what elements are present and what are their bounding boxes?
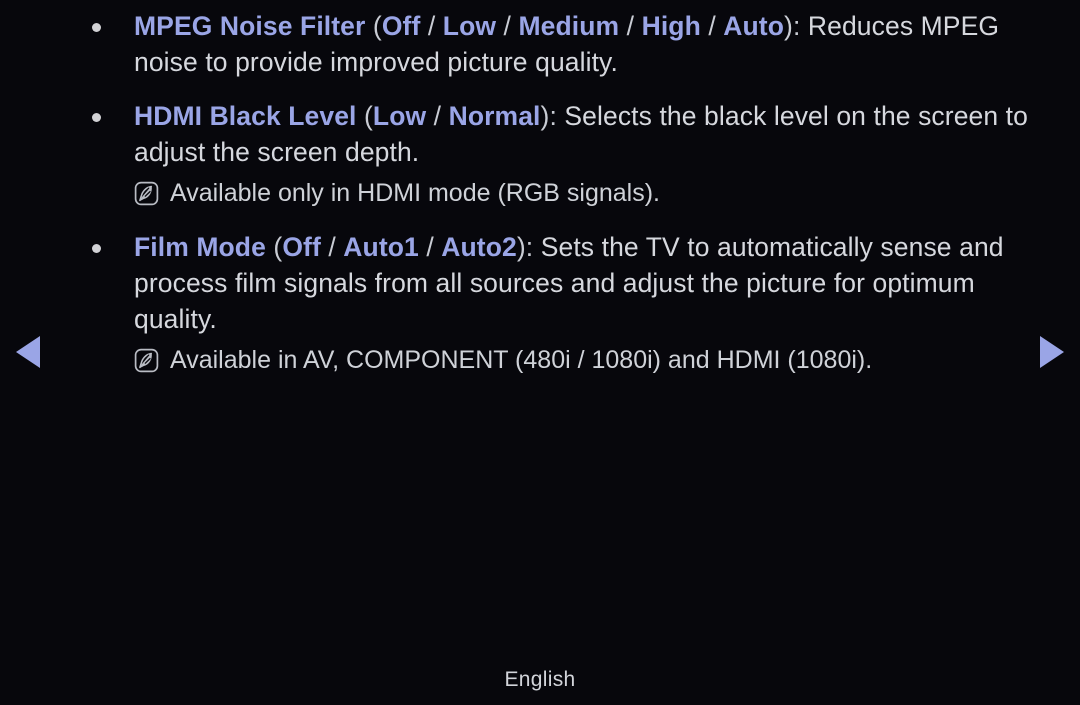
option-separator: / [700,11,724,41]
note-leaf-icon [134,181,159,211]
tv-help-screen: MPEG Noise Filter (Off / Low / Medium / … [0,0,1080,705]
open-paren: ( [372,11,382,41]
option-separator: / [418,232,442,262]
language-label: English [504,668,576,691]
option-separator: / [496,11,519,41]
option-value: Off [282,232,321,262]
list-item: Film Mode (Off / Auto1 / Auto2): Sets th… [92,229,1040,337]
list-item-text: Film Mode (Off / Auto1 / Auto2): Sets th… [134,229,1040,337]
option-value: Auto [723,11,784,41]
bullet-marker [92,8,134,32]
colon: : [549,101,565,131]
note-row: Available in AV, COMPONENT (480i / 1080i… [134,343,1040,378]
note-leaf-icon [134,348,159,378]
option-value: Medium [518,11,620,41]
option-value: Low [442,11,497,41]
option-value: Auto1 [343,232,419,262]
triangle-left-icon[interactable] [16,336,40,368]
open-paren: ( [363,101,373,131]
triangle-right-icon[interactable] [1040,336,1064,368]
option-separator: / [426,101,449,131]
list-item-text: HDMI Black Level (Low / Normal): Selects… [134,98,1040,170]
option-value: Off [381,11,421,41]
setting-name: MPEG Noise Filter [134,11,366,41]
bullet-marker [92,98,134,122]
colon: : [525,232,541,262]
list-item-text: MPEG Noise Filter (Off / Low / Medium / … [134,8,1040,80]
option-separator: / [320,232,344,262]
note-text: Available only in HDMI mode (RGB signals… [170,179,661,207]
option-separator: / [420,11,443,41]
open-paren: ( [273,232,283,262]
note-text: Available in AV, COMPONENT (480i / 1080i… [170,346,873,374]
option-value: Low [372,101,427,131]
option-value: High [641,11,701,41]
close-paren: ) [784,11,793,41]
setting-name: Film Mode [134,232,266,262]
option-value: Auto2 [441,232,517,262]
colon: : [792,11,808,41]
note-row: Available only in HDMI mode (RGB signals… [134,176,1040,211]
option-value: Normal [448,101,541,131]
bullet-marker [92,229,134,253]
close-paren: ) [516,232,526,262]
list-item: HDMI Black Level (Low / Normal): Selects… [92,98,1040,170]
help-content: MPEG Noise Filter (Off / Low / Medium / … [92,8,1040,386]
list-item: MPEG Noise Filter (Off / Low / Medium / … [92,8,1040,80]
setting-name: HDMI Black Level [134,101,357,131]
option-separator: / [619,11,642,41]
